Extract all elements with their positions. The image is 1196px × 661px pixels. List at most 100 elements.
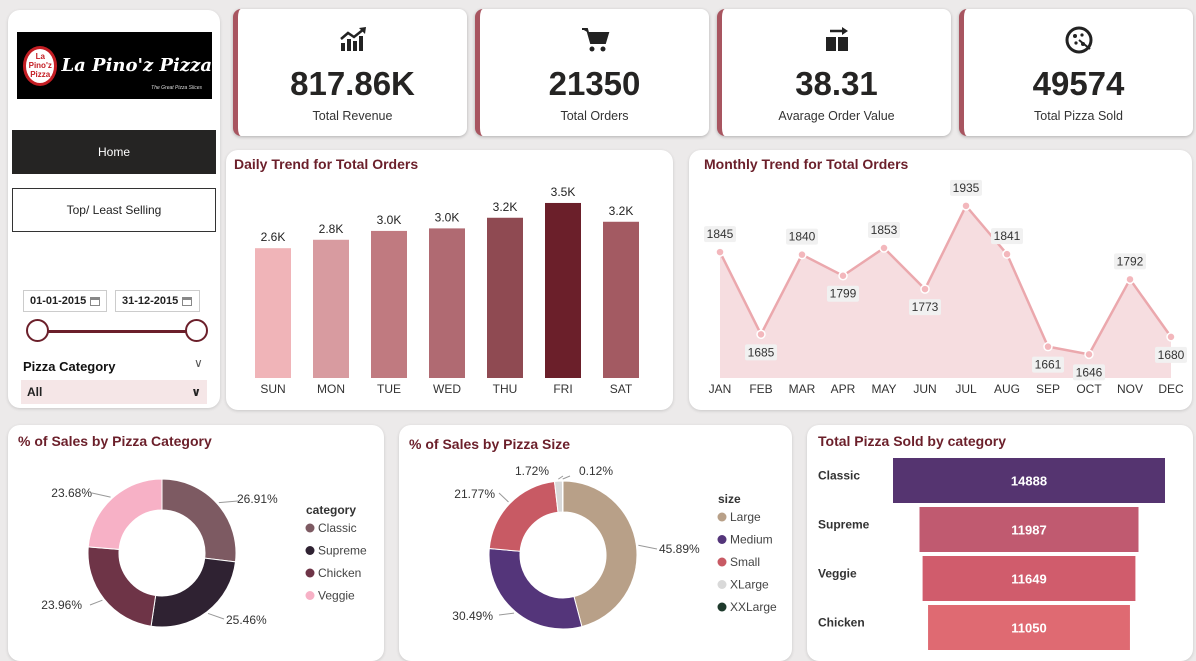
legend-item: XXLarge [730,600,777,614]
kpi-card-total-pizza-sold: 49574 Total Pizza Sold [959,9,1193,136]
x-tick-label: THU [493,382,518,396]
data-point [920,284,930,294]
bar-sun [255,248,291,378]
x-tick-label: SUN [260,382,285,396]
legend-title: size [718,492,741,506]
legend-title: category [306,503,356,517]
x-tick-label: TUE [377,382,401,396]
data-point [1166,332,1176,342]
category-label: Chicken [818,616,865,630]
x-tick-label: JAN [709,382,732,396]
slice-label: 0.12% [579,464,613,478]
calendar-icon[interactable] [182,296,193,306]
legend-marker [717,535,727,544]
kpi-value: 817.86K [290,65,415,102]
data-point [1002,249,1012,259]
label-leader-line [207,612,225,620]
top-least-selling-button[interactable]: Top/ Least Selling [12,188,216,232]
legend-item: Medium [730,533,773,547]
bar-fri [545,202,581,378]
bar-wed [429,228,465,378]
daily-trend-panel: Daily Trend for Total Orders 2.6K SUN 2.8K… [226,150,673,410]
label-leader-line [498,492,509,503]
data-point [879,243,889,253]
legend-marker [305,591,315,600]
calendar-icon[interactable] [90,296,101,306]
kpi-card-average-order-value: 38.31 Avarage Order Value [717,9,951,136]
data-label: 1680 [1158,348,1185,362]
label-leader-line [562,475,571,480]
data-label: 1792 [1117,254,1144,268]
legend-marker [717,557,727,567]
data-point [1043,341,1053,352]
data-label: 11050 [1011,621,1046,636]
legend-item: Classic [318,521,357,535]
kpi-value: 49574 [1032,65,1125,102]
data-point [1084,349,1094,360]
label-leader-line [638,544,658,550]
slice-label: 23.96% [41,598,82,612]
data-label: 3.0K [377,213,402,227]
logo-badge-line2: Pizza [30,70,51,79]
slice-medium [488,548,583,630]
kpi-card-total-orders: 21350 Total Orders [475,9,709,136]
slice-classic [161,478,237,563]
data-label: 1840 [789,230,816,244]
logo-tagline: The Great Pizza Slices [151,85,202,91]
data-label: 3.5K [551,185,576,199]
legend-marker [305,546,315,555]
legend-item: Chicken [318,566,361,580]
legend-item: Supreme [318,544,367,558]
label-leader-line [91,492,111,498]
slice-label: 25.46% [226,613,267,627]
data-label: 1845 [707,227,734,241]
slice-small [488,480,559,552]
monthly-trend-chart: 1845 JAN 1685 FEB 1840 MAR 1799 APR 1853 MAY 1773 J… [704,179,1187,396]
legend-marker [717,602,727,612]
x-tick-label: APR [831,382,856,396]
data-point [961,201,971,211]
label-leader-line [218,500,239,504]
label-leader-line [558,475,564,480]
date-end-input[interactable]: 31-12-2015 [115,290,200,312]
pizza-category-value: All [27,385,43,399]
home-button[interactable]: Home [12,130,216,174]
x-tick-label: JUL [955,382,977,396]
kpi-label: Total Orders [560,109,629,123]
kpi-label: Total Pizza Sold [1034,109,1123,123]
slice-label: 26.91% [237,492,278,506]
data-label: 1799 [830,287,857,301]
kpi-value: 38.31 [795,65,878,102]
sales-by-category-donut: 26.91% 25.46% 23.96% 23.68% category Classic S… [41,478,367,628]
pizza-sold-by-category-panel: Total Pizza Sold by category 14888 Classi… [807,425,1193,661]
legend-marker [717,580,727,589]
daily-trend-chart: 2.6K SUN 2.8K MON 3.0K TUE 3.0K WED 3.2K THU 3.5K F… [255,185,639,396]
chevron-down-icon[interactable]: ∨ [194,356,203,370]
kpi-value: 21350 [548,65,641,102]
date-start-input[interactable]: 01-01-2015 [23,290,107,312]
category-label: Supreme [818,518,870,532]
date-range-start-handle[interactable] [26,319,49,342]
data-label: 3.2K [609,204,634,218]
x-tick-label: NOV [1117,382,1143,396]
date-range-slider-track[interactable] [38,330,196,333]
slice-xxlarge [561,480,564,513]
legend-marker [717,512,727,522]
slice-label: 23.68% [51,486,92,500]
bar-thu [487,217,523,378]
data-point [838,270,848,281]
data-label: 1773 [912,300,939,314]
data-point [797,249,807,260]
date-end-value: 31-12-2015 [122,295,179,307]
data-label: 3.2K [493,200,518,214]
data-label: 2.6K [261,230,286,244]
pizza-category-label: Pizza Category [23,359,116,374]
date-range-end-handle[interactable] [185,319,208,342]
legend-marker [305,568,315,578]
slice-supreme [150,557,237,628]
trending-up-chart-icon [339,27,366,51]
kpi-card-total-revenue: 817.86K Total Revenue [233,9,467,136]
slice-label: 30.49% [452,609,493,623]
slice-veggie [87,478,163,550]
pizza-category-dropdown[interactable]: All ∨ [21,380,207,404]
